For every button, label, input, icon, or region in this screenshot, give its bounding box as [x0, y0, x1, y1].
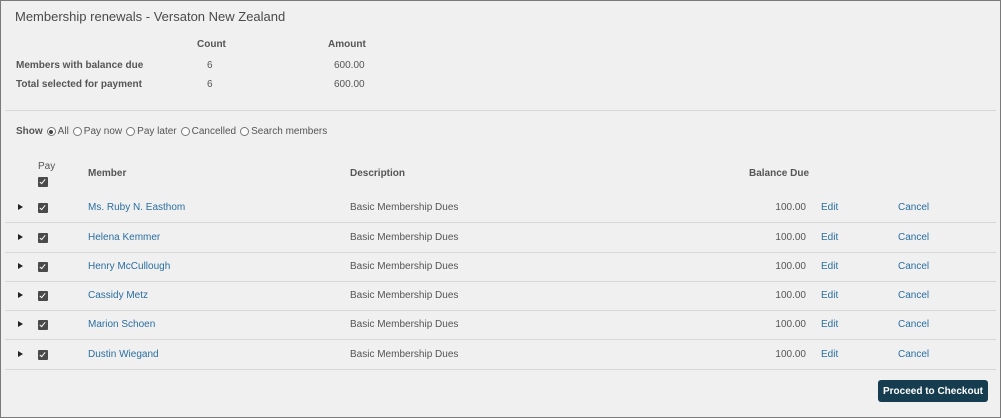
edit-link[interactable]: Edit — [821, 290, 838, 301]
filter-option-search-members[interactable]: Search members — [240, 126, 327, 137]
edit-link[interactable]: Edit — [821, 202, 838, 213]
radio-all[interactable] — [46, 127, 56, 136]
filter-option-pay-later[interactable]: Pay later — [126, 126, 177, 137]
radio-pay-later[interactable] — [126, 127, 136, 136]
pay-checkbox[interactable] — [38, 233, 48, 243]
balance-cell: 100.00 — [775, 290, 806, 301]
edit-link[interactable]: Edit — [821, 319, 838, 330]
radio-cancelled[interactable] — [180, 127, 190, 136]
member-link[interactable]: Cassidy Metz — [88, 290, 148, 301]
balance-cell: 100.00 — [775, 349, 806, 360]
cancel-link[interactable]: Cancel — [898, 261, 929, 272]
description-cell: Basic Membership Dues — [350, 319, 459, 330]
member-link[interactable]: Helena Kemmer — [88, 232, 160, 243]
expand-icon[interactable] — [18, 292, 23, 298]
summary-amount-selected: 600.00 — [334, 79, 365, 90]
summary-amount-balance-due: 600.00 — [334, 60, 365, 71]
radio-pay-now[interactable] — [72, 127, 82, 136]
table-row: Helena Kemmer Basic Membership Dues 100.… — [5, 223, 996, 253]
pay-checkbox[interactable] — [38, 350, 48, 360]
page-title: Membership renewals - Versaton New Zeala… — [15, 9, 286, 24]
pay-column-header: Pay — [38, 161, 56, 172]
balance-cell: 100.00 — [775, 319, 806, 330]
member-link[interactable]: Marion Schoen — [88, 319, 155, 330]
balance-cell: 100.00 — [775, 232, 806, 243]
summary-label-selected: Total selected for payment — [16, 79, 142, 90]
expand-icon[interactable] — [18, 321, 23, 327]
radio-search-members[interactable] — [240, 127, 250, 136]
edit-link[interactable]: Edit — [821, 349, 838, 360]
balance-cell: 100.00 — [775, 261, 806, 272]
member-column-header: Member — [88, 168, 127, 179]
summary-count-selected: 6 — [207, 79, 213, 90]
edit-link[interactable]: Edit — [821, 261, 838, 272]
show-label: Show — [16, 126, 43, 137]
summary-amount-header: Amount — [328, 39, 366, 50]
description-cell: Basic Membership Dues — [350, 290, 459, 301]
table-row: Ms. Ruby N. Easthom Basic Membership Due… — [5, 193, 996, 223]
summary-count-header: Count — [197, 39, 226, 50]
description-cell: Basic Membership Dues — [350, 349, 459, 360]
expand-icon[interactable] — [18, 263, 23, 269]
cancel-link[interactable]: Cancel — [898, 319, 929, 330]
description-cell: Basic Membership Dues — [350, 202, 459, 213]
description-cell: Basic Membership Dues — [350, 261, 459, 272]
expand-icon[interactable] — [18, 351, 23, 357]
cancel-link[interactable]: Cancel — [898, 202, 929, 213]
table-row: Henry McCullough Basic Membership Dues 1… — [5, 252, 996, 282]
expand-icon[interactable] — [18, 204, 23, 210]
pay-checkbox[interactable] — [38, 291, 48, 301]
cancel-link[interactable]: Cancel — [898, 290, 929, 301]
pay-checkbox[interactable] — [38, 320, 48, 330]
section-divider — [5, 110, 996, 111]
filter-option-pay-now[interactable]: Pay now — [72, 126, 122, 137]
pay-checkbox[interactable] — [38, 262, 48, 272]
proceed-to-checkout-button[interactable]: Proceed to Checkout — [878, 380, 988, 402]
description-cell: Basic Membership Dues — [350, 232, 459, 243]
member-link[interactable]: Ms. Ruby N. Easthom — [88, 202, 185, 213]
expand-icon[interactable] — [18, 234, 23, 240]
summary-label-balance-due: Members with balance due — [16, 60, 144, 71]
table-row: Marion Schoen Basic Membership Dues 100.… — [5, 310, 996, 340]
cancel-link[interactable]: Cancel — [898, 232, 929, 243]
summary-count-balance-due: 6 — [207, 60, 213, 71]
renewals-panel: Membership renewals - Versaton New Zeala… — [0, 0, 1001, 418]
cancel-link[interactable]: Cancel — [898, 349, 929, 360]
member-link[interactable]: Dustin Wiegand — [88, 349, 159, 360]
balance-cell: 100.00 — [775, 202, 806, 213]
filter-option-all[interactable]: All — [46, 126, 69, 137]
edit-link[interactable]: Edit — [821, 232, 838, 243]
select-all-checkbox[interactable] — [38, 177, 48, 187]
balance-column-header: Balance Due — [749, 168, 810, 179]
table-row: Dustin Wiegand Basic Membership Dues 100… — [5, 340, 996, 370]
show-filter: Show All Pay now Pay later Cancelled Sea… — [16, 126, 331, 137]
filter-option-cancelled[interactable]: Cancelled — [180, 126, 236, 137]
pay-checkbox[interactable] — [38, 203, 48, 213]
table-row: Cassidy Metz Basic Membership Dues 100.0… — [5, 281, 996, 311]
member-link[interactable]: Henry McCullough — [88, 261, 170, 272]
description-column-header: Description — [350, 168, 406, 179]
